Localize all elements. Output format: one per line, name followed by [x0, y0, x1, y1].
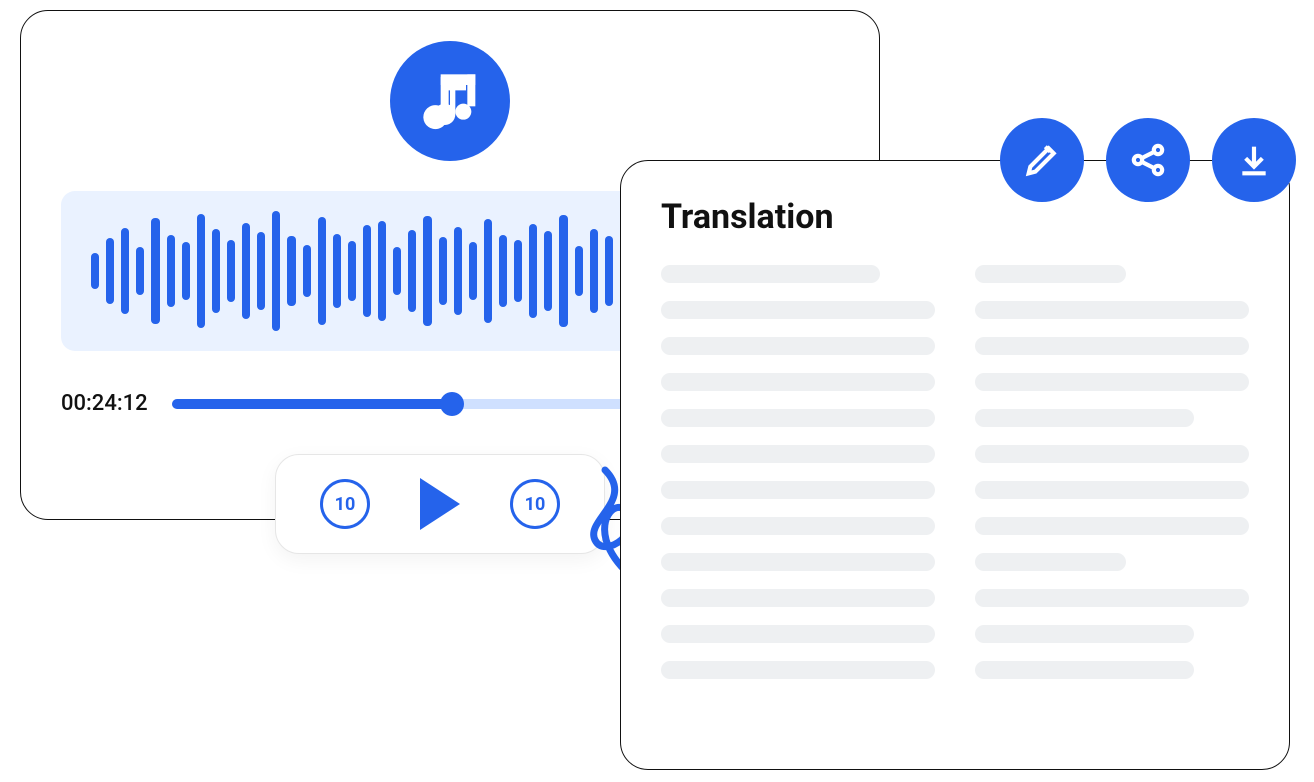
- placeholder-line: [661, 337, 935, 355]
- placeholder-line: [661, 589, 935, 607]
- placeholder-line: [975, 553, 1126, 571]
- progress-fill: [172, 399, 452, 409]
- wave-bar: [348, 241, 356, 301]
- placeholder-line: [661, 625, 935, 643]
- download-button[interactable]: [1212, 118, 1296, 202]
- placeholder-line: [975, 589, 1249, 607]
- placeholder-line: [661, 409, 935, 427]
- wave-bar: [106, 238, 114, 304]
- placeholder-line: [661, 373, 935, 391]
- translation-card: Translation: [620, 160, 1290, 770]
- wave-bar: [529, 224, 537, 318]
- progress-handle[interactable]: [440, 392, 464, 416]
- seek-back-label: 10: [335, 494, 356, 515]
- wave-bar: [393, 247, 401, 295]
- playback-controls: 10 10: [275, 454, 605, 554]
- placeholder-line: [975, 661, 1194, 679]
- placeholder-line: [975, 373, 1249, 391]
- wave-bar: [121, 228, 129, 314]
- share-icon: [1128, 140, 1168, 180]
- placeholder-line: [975, 517, 1249, 535]
- placeholder-line: [661, 301, 935, 319]
- placeholder-line: [661, 445, 935, 463]
- wave-bar: [590, 229, 598, 313]
- seek-forward-button[interactable]: 10: [510, 479, 560, 529]
- wave-bar: [303, 245, 311, 298]
- wave-bar: [484, 219, 492, 322]
- wave-bar: [514, 240, 522, 302]
- wave-bar: [439, 237, 447, 304]
- placeholder-line: [661, 661, 935, 679]
- placeholder-line: [975, 481, 1249, 499]
- wave-bar: [333, 234, 341, 308]
- timestamp: 00:24:12: [61, 391, 148, 416]
- placeholder-line: [975, 625, 1194, 643]
- wave-bar: [363, 225, 371, 316]
- wave-bar: [167, 235, 175, 307]
- wave-bar: [136, 247, 144, 295]
- wave-bar: [575, 246, 583, 296]
- wave-bar: [378, 221, 386, 322]
- wave-bar: [605, 236, 613, 306]
- placeholder-line: [975, 445, 1249, 463]
- pencil-icon: [1022, 140, 1062, 180]
- translation-title: Translation: [661, 197, 1249, 237]
- play-button[interactable]: [420, 478, 460, 530]
- placeholder-line: [661, 481, 935, 499]
- wave-bar: [544, 231, 552, 310]
- wave-bar: [287, 236, 295, 306]
- wave-bar: [408, 230, 416, 312]
- placeholder-line: [975, 301, 1249, 319]
- action-buttons-row: [1000, 118, 1296, 202]
- wave-bar: [559, 215, 567, 328]
- share-button[interactable]: [1106, 118, 1190, 202]
- wave-bar: [257, 232, 265, 310]
- placeholder-line: [975, 409, 1194, 427]
- placeholder-line: [661, 553, 935, 571]
- wave-bar: [91, 253, 99, 289]
- wave-bar: [469, 242, 477, 300]
- wave-bar: [454, 227, 462, 316]
- edit-button[interactable]: [1000, 118, 1084, 202]
- music-icon: [390, 41, 510, 161]
- download-icon: [1234, 140, 1274, 180]
- seek-forward-label: 10: [525, 494, 546, 515]
- wave-bar: [182, 242, 190, 300]
- seek-back-button[interactable]: 10: [320, 479, 370, 529]
- placeholder-line: [975, 265, 1126, 283]
- wave-bar: [151, 218, 159, 324]
- placeholder-line: [661, 265, 880, 283]
- wave-bar: [197, 214, 205, 328]
- placeholder-line: [975, 337, 1249, 355]
- wave-bar: [242, 223, 250, 319]
- translation-content-placeholder: [661, 265, 1249, 679]
- wave-bar: [423, 216, 431, 326]
- wave-bar: [272, 211, 280, 331]
- wave-bar: [227, 240, 235, 302]
- wave-bar: [499, 235, 507, 307]
- wave-bar: [318, 217, 326, 325]
- wave-bar: [212, 229, 220, 313]
- placeholder-line: [661, 517, 935, 535]
